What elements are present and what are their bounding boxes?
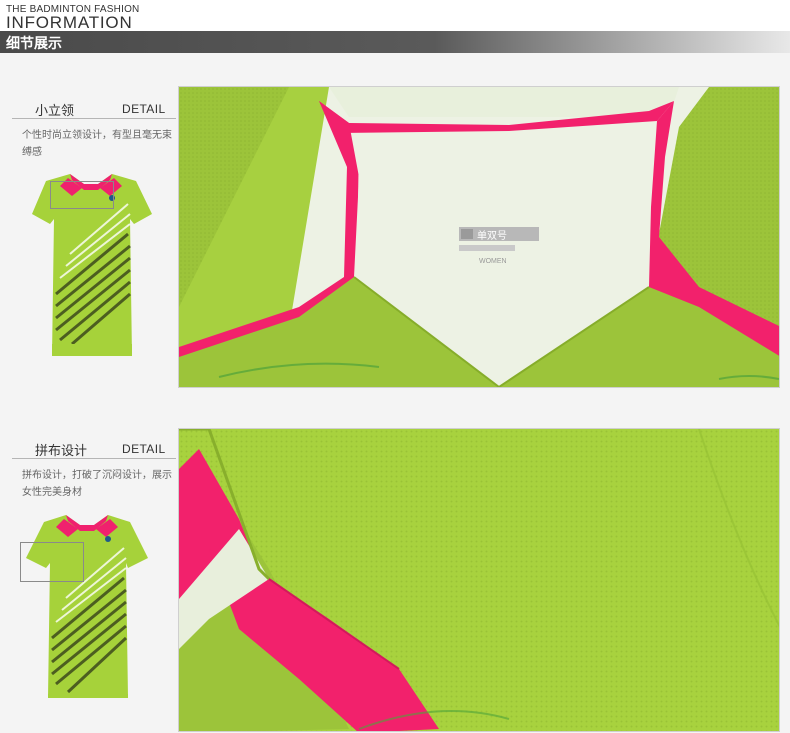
collar-closeup-graphic: 单双号 WOMEN — [179, 87, 779, 387]
shirt-label-text: 单双号 — [477, 230, 507, 242]
section-header-bar: 细节展示 — [0, 31, 790, 53]
focus-marker — [50, 181, 114, 209]
brand-title: INFORMATION — [6, 13, 133, 32]
section-title: 细节展示 — [6, 36, 62, 52]
detail-label: DETAIL — [122, 102, 166, 116]
detail-description: 拼布设计，打破了沉闷设计，展示女性完美身材 — [22, 470, 172, 498]
detail-title: 小立领 — [35, 104, 75, 119]
shirt-thumbnail — [26, 515, 148, 698]
detail-title: 拼布设计 — [35, 444, 88, 459]
divider-line — [12, 118, 176, 119]
divider-line — [12, 458, 176, 459]
detail-description: 个性时尚立领设计，有型且毫无束缚感 — [22, 130, 172, 158]
detail-label: DETAIL — [122, 442, 166, 456]
collar-photo: 单双号 WOMEN — [178, 86, 780, 388]
focus-marker — [20, 542, 84, 582]
shirt-label-sub: WOMEN — [479, 258, 507, 265]
patchwork-photo — [178, 428, 780, 732]
patchwork-closeup-graphic — [179, 429, 779, 731]
